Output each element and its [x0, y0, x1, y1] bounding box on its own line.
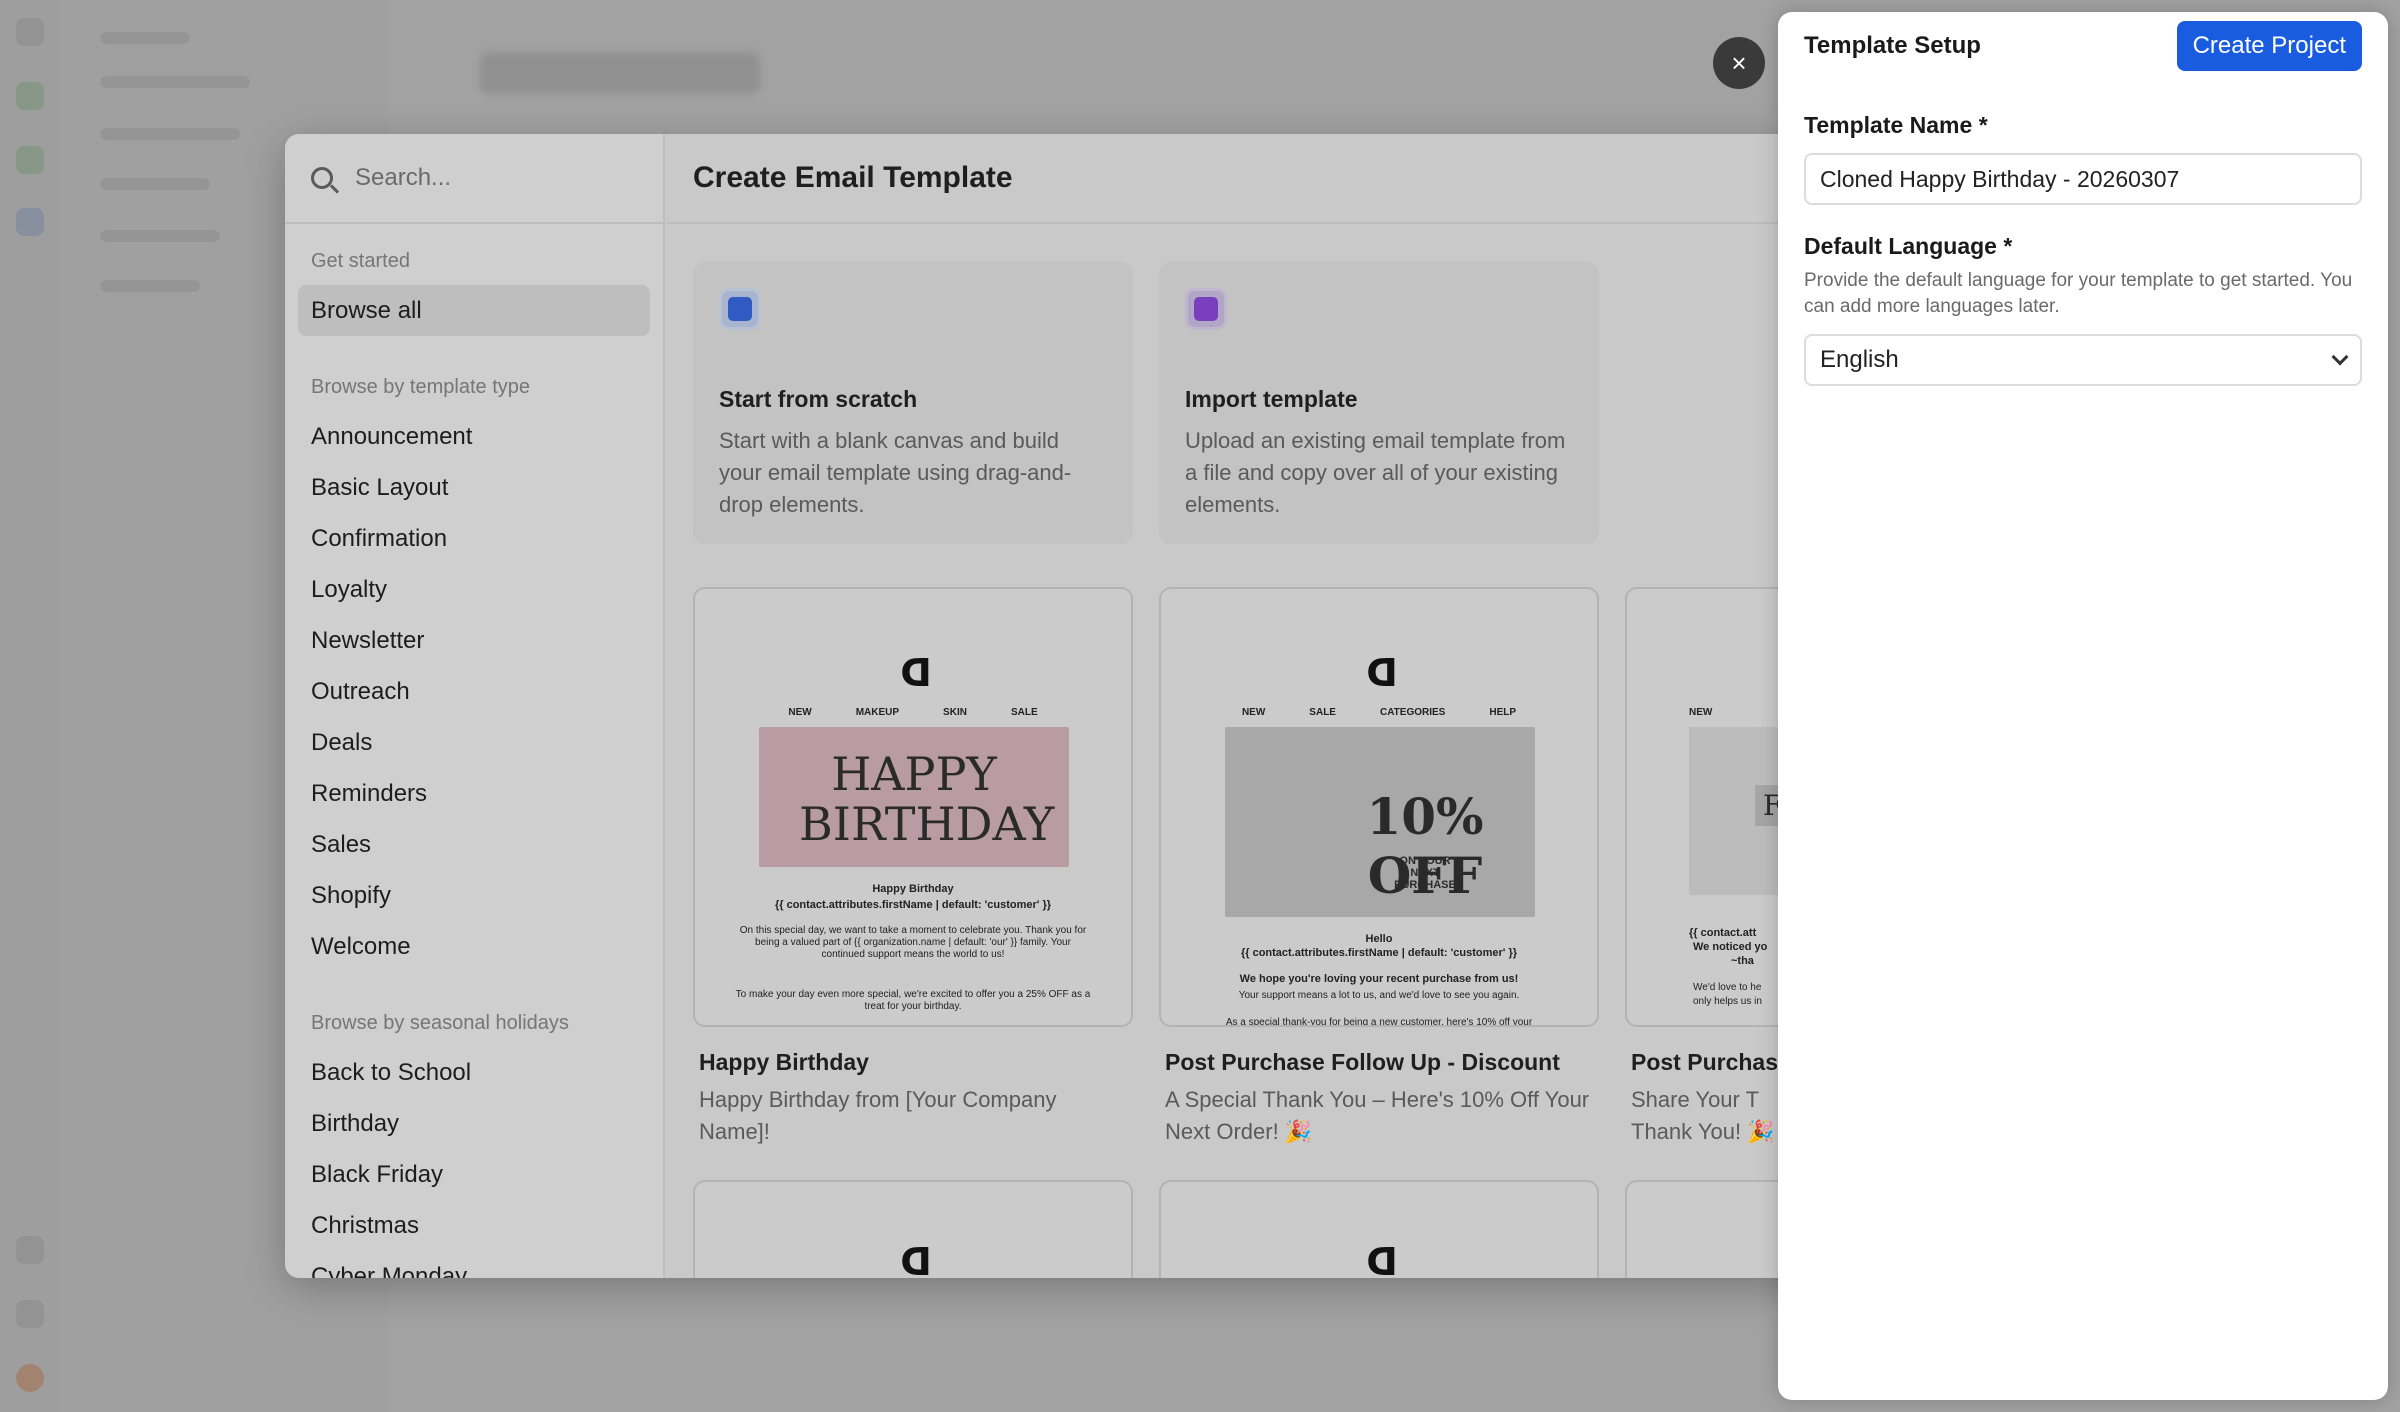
brand-logo-icon: ᗡ — [1366, 653, 1397, 695]
modal-title: Create Email Template — [667, 134, 1905, 224]
scratch-description: Start with a blank canvas and build your… — [719, 428, 1072, 517]
sidebar-item-outreach[interactable]: Outreach — [298, 666, 650, 717]
chevron-down-icon — [2331, 348, 2349, 366]
email-body: On this special day, we want to take a m… — [739, 925, 1087, 960]
brand-logo-icon: ᗡ — [900, 653, 931, 695]
template-category-sidebar: Get started Browse all Browse by templat… — [285, 134, 665, 1278]
import-description: Upload an existing email template from a… — [1185, 428, 1566, 517]
close-icon: × — [1731, 47, 1747, 78]
blank-document-icon — [719, 288, 761, 330]
search-bar — [285, 134, 663, 224]
sidebar-item-loyalty[interactable]: Loyalty — [298, 564, 650, 615]
email-nav-item: NEW — [1241, 707, 1266, 718]
template-thumbnail[interactable]: ᗡ NEW MAKEUP SKIN SALE HAPPY BIRTHDAY Ha… — [693, 587, 1133, 1027]
section-heading-get-started: Get started — [311, 250, 410, 272]
sidebar-item-reminders[interactable]: Reminders — [298, 768, 650, 819]
email-hero-image: HAPPY BIRTHDAY — [759, 727, 1069, 867]
template-card[interactable]: ᗡ — [693, 1180, 1133, 1278]
email-body: We hope you're loving your recent purcha… — [1239, 973, 1519, 985]
template-name-label: Template Name * — [1804, 112, 1988, 138]
template-thumbnail[interactable]: ᗡ NEW SALE CATEGORIES HELP 10% OFF ON YO… — [1159, 587, 1599, 1027]
email-nav-item: MAKEUP — [855, 707, 900, 718]
template-name: Post Purchase Follow Up - Discount — [1165, 1049, 1560, 1075]
default-language-label: Default Language * — [1804, 233, 2013, 259]
email-heading: Hello — [1365, 933, 1393, 945]
email-heading: Happy Birthday — [872, 883, 954, 895]
email-nav-item: SALE — [1309, 707, 1336, 718]
sidebar-item-sales[interactable]: Sales — [298, 819, 650, 870]
email-hero-image: 10% OFF ON YOUR NEXT PURCHASE — [1225, 727, 1535, 917]
sidebar-item-basic-layout[interactable]: Basic Layout — [298, 462, 650, 513]
brand-logo-icon: ᗡ — [1366, 1242, 1397, 1278]
template-description: Happy Birthday from [Your Company Name]! — [699, 1087, 1057, 1144]
sidebar-item-shopify[interactable]: Shopify — [298, 870, 650, 921]
hero-text: HAPPY BIRTHDAY — [799, 747, 1055, 851]
brand-logo-icon: ᗡ — [900, 1242, 931, 1278]
sidebar-item-announcement[interactable]: Announcement — [298, 411, 650, 462]
sidebar-item-back-to-school[interactable]: Back to School — [298, 1047, 650, 1098]
email-nav-item: HELP — [1489, 707, 1517, 718]
email-nav: NEW SALE CATEGORIES HELP — [1161, 707, 1597, 718]
start-from-scratch-card[interactable]: Start from scratch Start with a blank ca… — [693, 262, 1133, 544]
email-nav-item: SKIN — [943, 707, 967, 718]
sidebar-item-deals[interactable]: Deals — [298, 717, 650, 768]
template-card-post-purchase-discount[interactable]: ᗡ NEW SALE CATEGORIES HELP 10% OFF ON YO… — [1159, 587, 1599, 1148]
search-input[interactable] — [355, 164, 635, 192]
hero-subtext: ON YOUR NEXT PURCHASE — [1394, 855, 1456, 891]
email-nav-item: CATEGORIES — [1379, 707, 1446, 718]
email-nav-item: SALE — [1010, 707, 1038, 718]
section-heading-seasonal: Browse by seasonal holidays — [311, 1012, 569, 1034]
sidebar-item-birthday[interactable]: Birthday — [298, 1098, 650, 1149]
email-nav-item: NEW — [788, 707, 812, 718]
template-card-happy-birthday[interactable]: ᗡ NEW MAKEUP SKIN SALE HAPPY BIRTHDAY Ha… — [693, 587, 1133, 1148]
default-language-select[interactable]: English — [1804, 334, 2362, 386]
email-body: Your support means a lot to us, and we'd… — [1238, 990, 1520, 1001]
search-icon — [311, 167, 333, 189]
create-project-button[interactable]: Create Project — [2176, 21, 2362, 71]
template-name-input[interactable]: Cloned Happy Birthday - 20260307 — [1804, 153, 2362, 205]
template-gallery: Create Email Template Start from scratch… — [667, 134, 1905, 1278]
email-merge-tag: {{ contact.attributes.firstName | defaul… — [774, 899, 1052, 911]
template-name-value: Cloned Happy Birthday - 20260307 — [1820, 165, 2180, 192]
section-heading-template-type: Browse by template type — [311, 376, 530, 398]
sidebar-item-newsletter[interactable]: Newsletter — [298, 615, 650, 666]
email-nav-item: NEW — [1689, 707, 1713, 718]
default-language-hint: Provide the default language for your te… — [1804, 270, 2353, 317]
close-button[interactable]: × — [1713, 37, 1765, 89]
email-nav: NEW MAKEUP SKIN SALE — [695, 707, 1131, 718]
selected-language: English — [1820, 346, 1899, 373]
template-description: A Special Thank You – Here's 10% Off You… — [1165, 1087, 1590, 1144]
description-line: Share Your T — [1631, 1087, 1760, 1112]
sidebar-item-confirmation[interactable]: Confirmation — [298, 513, 650, 564]
template-setup-panel: Template Setup Create Project Template N… — [1778, 12, 2388, 1400]
sidebar-item-black-friday[interactable]: Black Friday — [298, 1149, 650, 1200]
panel-title: Template Setup — [1804, 32, 1981, 59]
import-template-card[interactable]: Import template Upload an existing email… — [1159, 262, 1599, 544]
email-body: To make your day even more special, we'r… — [735, 989, 1091, 1012]
description-line: Thank You! 🎉 — [1631, 1119, 1775, 1144]
sidebar-item-christmas[interactable]: Christmas — [298, 1200, 650, 1251]
sidebar-item-cyber-monday[interactable]: Cyber Monday — [298, 1251, 650, 1279]
import-title: Import template — [1185, 386, 1358, 412]
template-card[interactable]: ᗡ — [1159, 1180, 1599, 1278]
email-body: As a special thank-you for being a new c… — [1225, 1017, 1533, 1027]
sidebar-item-welcome[interactable]: Welcome — [298, 921, 650, 972]
email-merge-tag: {{ contact.attributes.firstName | defaul… — [1240, 947, 1518, 959]
import-icon — [1185, 288, 1227, 330]
scratch-title: Start from scratch — [719, 386, 918, 412]
template-name: Happy Birthday — [699, 1049, 869, 1075]
create-template-modal: Get started Browse all Browse by templat… — [285, 134, 1905, 1278]
sidebar-item-browse-all[interactable]: Browse all — [298, 285, 650, 336]
